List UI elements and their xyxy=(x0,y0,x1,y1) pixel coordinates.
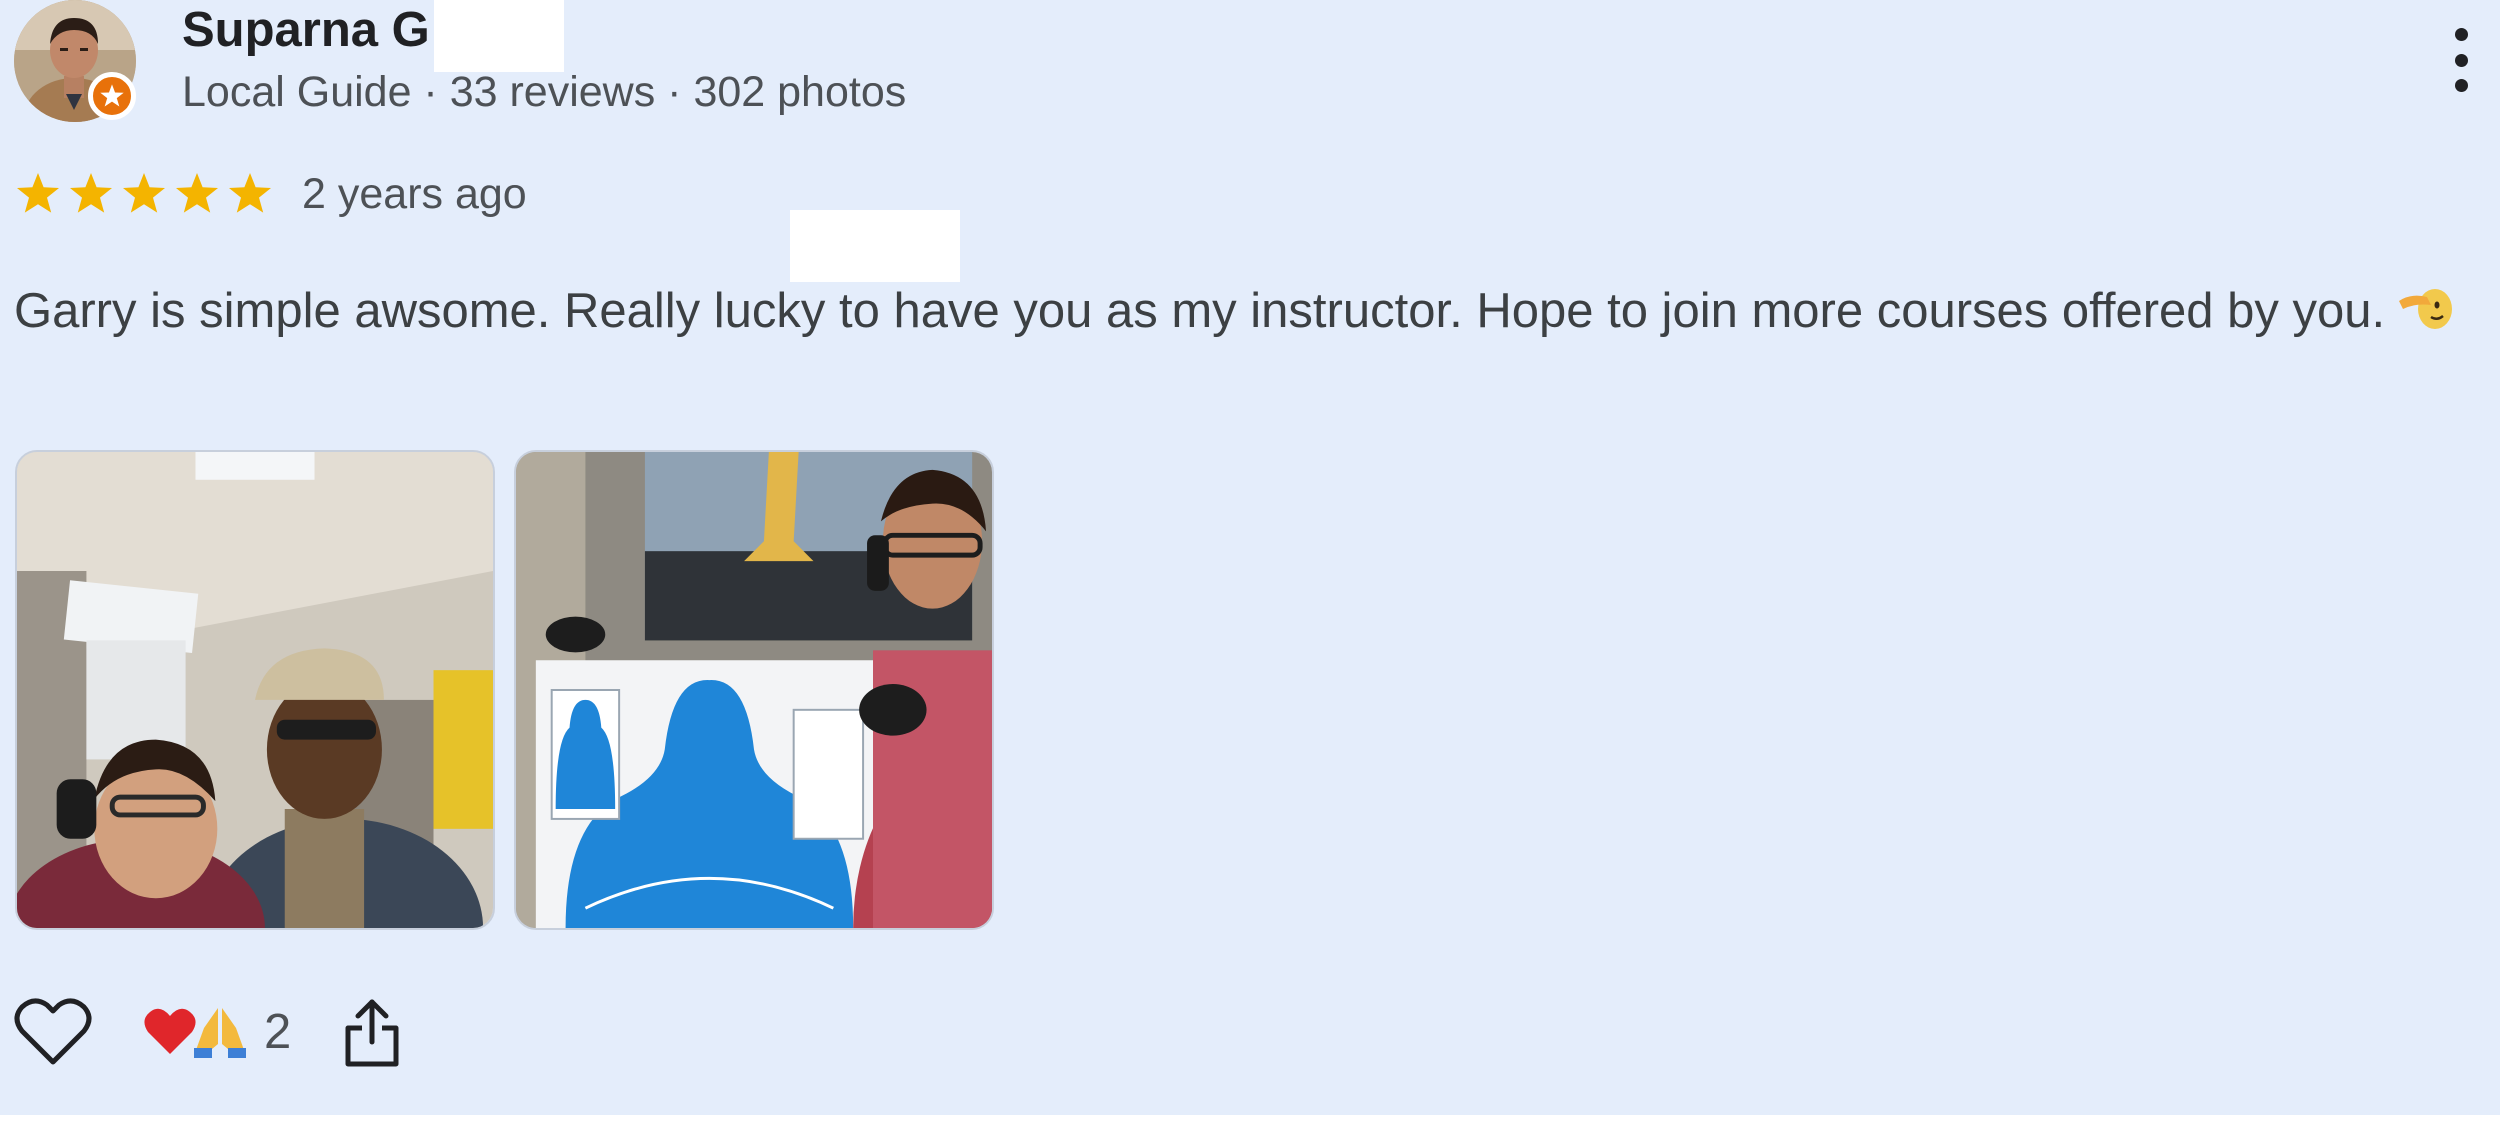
more-vertical-icon-dot xyxy=(2454,53,2468,67)
photo-target-sheet xyxy=(516,452,992,928)
divider xyxy=(0,1115,2500,1135)
reaction-count: 2 xyxy=(264,1005,292,1059)
local-guide-star-icon xyxy=(100,84,124,107)
author-meta[interactable]: Local Guide · 33 reviews · 302 photos xyxy=(182,66,906,118)
star-icon xyxy=(229,173,271,213)
star-icon xyxy=(17,173,59,213)
redaction-box xyxy=(434,0,564,72)
author-name[interactable]: Suparna G xyxy=(182,2,430,58)
saluting-face-emoji xyxy=(2399,289,2453,329)
red-heart-emoji xyxy=(144,1008,196,1054)
reactions[interactable]: 2 xyxy=(142,996,291,1068)
more-vertical-icon-dot xyxy=(2454,28,2468,41)
heart-outline-icon[interactable] xyxy=(14,996,92,1068)
review-card: Suparna G Local Guide · 33 reviews · 302… xyxy=(0,0,2500,1115)
star-icon xyxy=(176,173,218,213)
star-rating xyxy=(14,170,274,218)
photo-selfie-range xyxy=(17,452,493,928)
review-text: Garry is simple awsome. Really lucky to … xyxy=(14,272,2494,350)
review-body: Garry is simple awsome. Really lucky to … xyxy=(14,284,2386,338)
review-photo-2[interactable] xyxy=(514,450,994,930)
folded-hands-emoji xyxy=(194,1008,246,1058)
star-icon xyxy=(123,173,165,213)
review-date: 2 years ago xyxy=(302,170,527,218)
author-avatar-wrap[interactable] xyxy=(14,0,138,122)
star-icon xyxy=(70,173,112,213)
share-icon[interactable] xyxy=(342,996,402,1068)
more-options-button[interactable] xyxy=(2440,22,2482,98)
more-vertical-icon-dot xyxy=(2454,79,2468,92)
review-photo-1[interactable] xyxy=(15,450,495,930)
local-guide-badge xyxy=(88,72,136,120)
